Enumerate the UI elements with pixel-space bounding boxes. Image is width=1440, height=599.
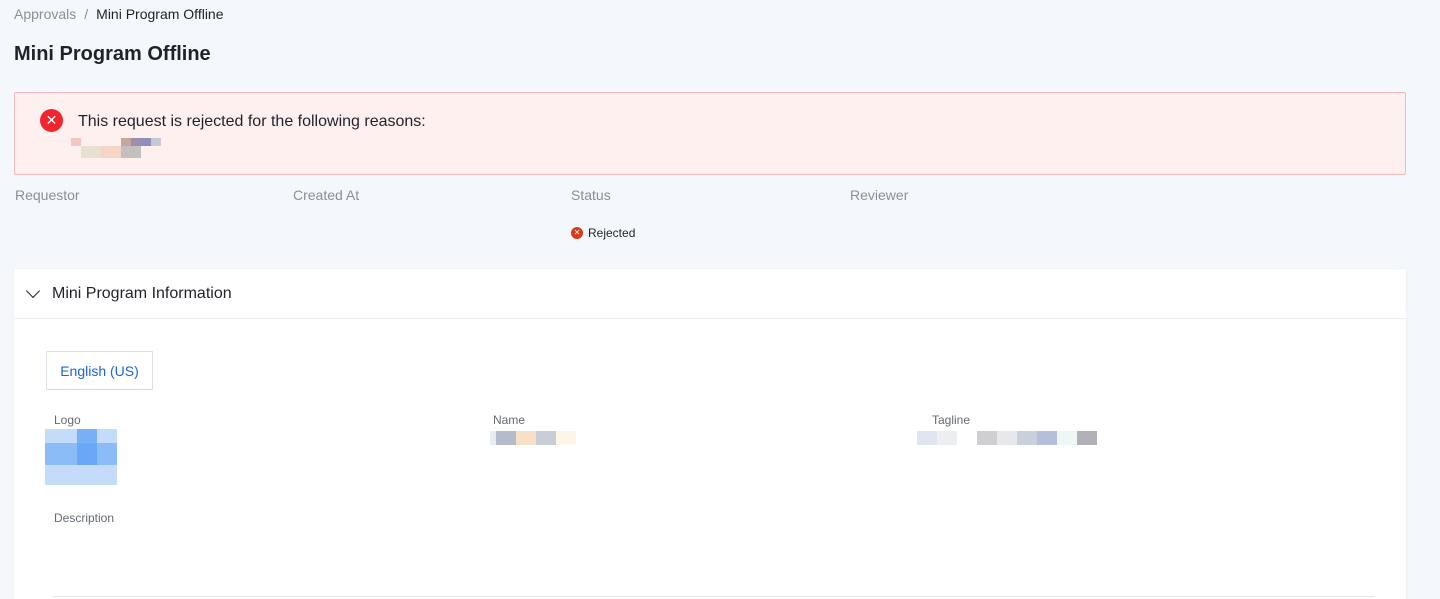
created-at-label: Created At	[293, 187, 360, 203]
logo-label: Logo	[54, 413, 81, 427]
logo-image-redacted	[45, 429, 117, 485]
chevron-down-icon	[25, 283, 41, 298]
section-header-toggle[interactable]: Mini Program Information	[14, 269, 1406, 319]
requestor-label: Requestor	[15, 187, 80, 203]
reviewer-label: Reviewer	[850, 187, 909, 203]
tagline-value-redacted	[917, 431, 1097, 445]
status-label: Status	[571, 187, 611, 203]
breadcrumb-separator: /	[84, 6, 89, 22]
section-title: Mini Program Information	[52, 284, 232, 302]
tab-english-us[interactable]: English (US)	[46, 351, 153, 390]
breadcrumb: Approvals / Mini Program Offline	[14, 6, 224, 22]
close-circle-icon: ✕	[40, 109, 63, 132]
breadcrumb-approvals-link[interactable]: Approvals	[14, 6, 76, 22]
status-value: Rejected	[588, 226, 636, 240]
close-circle-icon: ✕	[571, 227, 583, 239]
alert-message: This request is rejected for the followi…	[78, 113, 426, 130]
name-value-redacted	[490, 431, 576, 445]
tagline-label: Tagline	[932, 413, 971, 427]
section-divider	[52, 596, 1374, 597]
mini-program-information-card: Mini Program Information English (US) Lo…	[14, 269, 1406, 599]
description-label: Description	[54, 511, 115, 525]
breadcrumb-current: Mini Program Offline	[96, 6, 224, 22]
name-label: Name	[493, 413, 526, 427]
status-badge: ✕ Rejected	[571, 226, 635, 240]
rejection-alert: ✕ This request is rejected for the follo…	[14, 92, 1406, 175]
rejection-reason-redacted	[71, 138, 163, 158]
page-title: Mini Program Offline	[14, 43, 211, 65]
